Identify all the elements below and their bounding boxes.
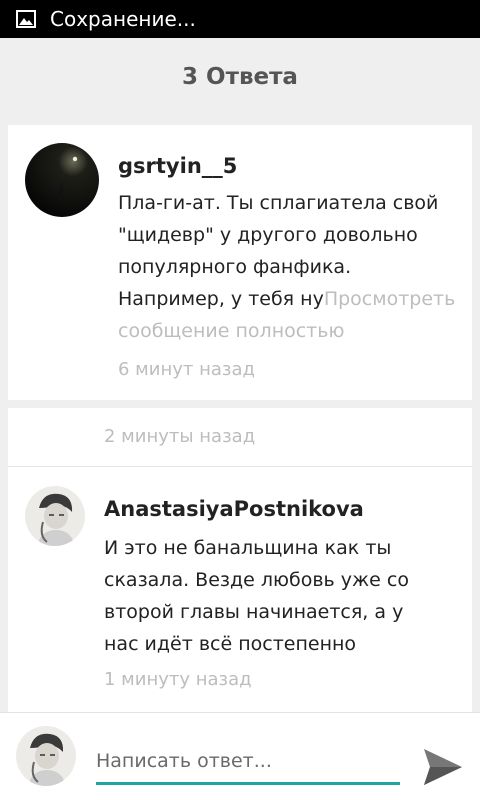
comment-card-main: gsrtyin__5 Пла-ги-ат. Ты сплагиатела сво… (8, 125, 472, 400)
status-bar: Сохранение... (0, 0, 480, 38)
status-text: Сохранение... (50, 7, 196, 31)
avatar-anastasiya[interactable] (25, 486, 85, 546)
send-icon[interactable] (420, 745, 464, 789)
reply-bar (0, 712, 480, 800)
image-icon (16, 10, 36, 28)
comment-time: 1 минуту назад (104, 669, 252, 690)
avatar-image (16, 726, 76, 786)
avatar-image (25, 486, 85, 546)
page-header: 3 Ответа (0, 38, 480, 116)
comment-author[interactable]: gsrtyin__5 (118, 154, 237, 178)
avatar-image (25, 143, 99, 217)
divider (8, 466, 472, 467)
comment-text: Пла-ги-ат. Ты сплагиатела свой "щидевр" … (118, 187, 458, 347)
comment-time: 6 минут назад (118, 359, 255, 380)
comment-body: И это не банальщина как ты сказала. Везд… (104, 537, 409, 655)
page-title: 3 Ответа (182, 64, 298, 90)
reply-header-time: 2 минуты назад (104, 426, 256, 447)
comment-card-reply: 2 минуты назад AnastasiyaPostnikova И эт… (8, 408, 472, 712)
reply-input[interactable] (96, 739, 400, 785)
avatar-gsrtyin[interactable] (25, 143, 99, 217)
current-user-avatar (16, 726, 76, 786)
comment-author[interactable]: AnastasiyaPostnikova (104, 497, 364, 521)
